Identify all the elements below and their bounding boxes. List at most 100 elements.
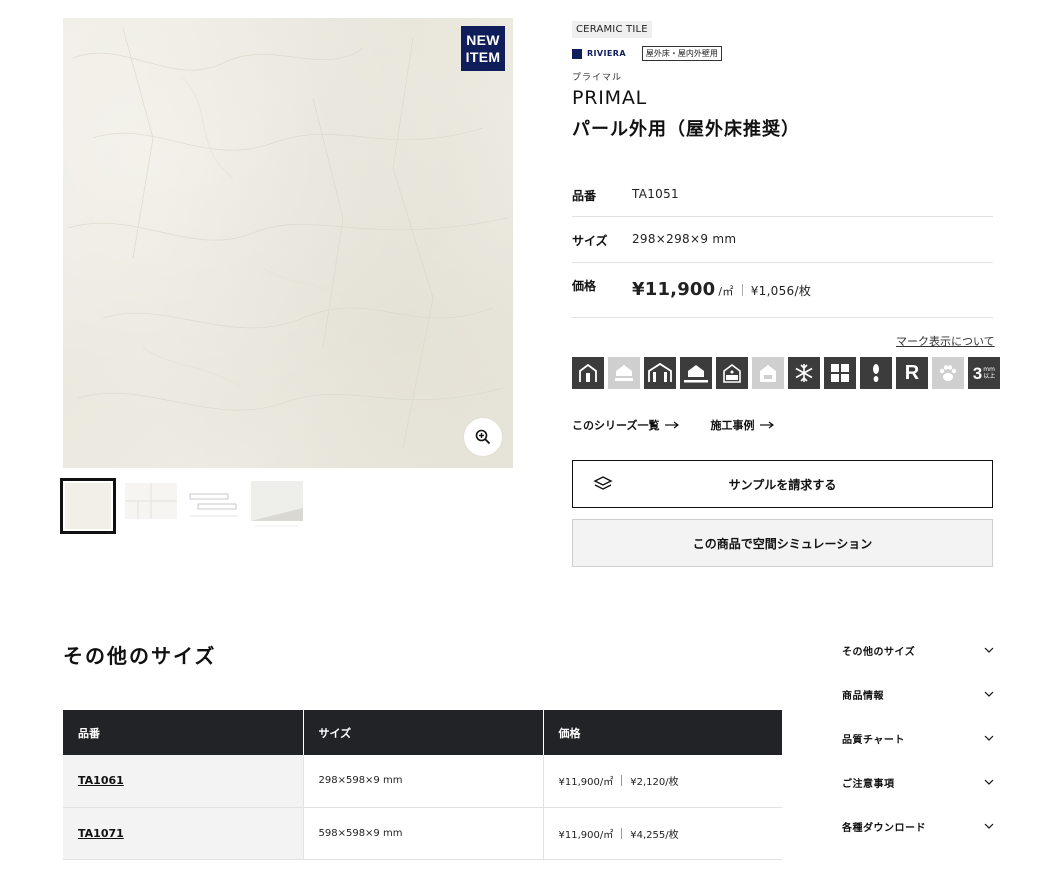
brand-name: RIVIERA [587,49,626,58]
column-header-price: 価格 [543,710,782,755]
spec-code-label: 品番 [572,189,597,203]
chevron-down-icon [984,691,994,697]
chevron-down-icon [984,823,994,829]
space-simulation-button[interactable]: この商品で空間シミュレーション [572,519,993,567]
nav-item-product-info[interactable]: 商品情報 [842,672,994,716]
product-info: CERAMIC TILE RIVIERA 屋外床・屋内外壁用 プライマル PRI… [572,17,1000,567]
thickness-unit: mm [983,366,995,373]
table-row: TA1071 598×598×9 mm ¥11,900/㎡ ¥4,255/枚 [63,807,782,860]
zoom-button[interactable] [464,418,502,456]
spec-size-label: サイズ [572,234,608,248]
row-code-cell: TA1061 [63,755,303,808]
thickness-number: 3 [972,363,983,383]
new-item-badge: NEW ITEM [461,26,505,71]
tile-layout-thumbnail [125,483,177,519]
house-outdoor-icon[interactable] [572,357,604,389]
series-list-label: このシリーズ一覧 [572,419,660,432]
row-code-cell: TA1071 [63,807,303,860]
product-name-kana: プライマル [572,73,623,83]
column-header-code: 品番 [63,710,304,755]
request-sample-button[interactable]: サンプルを請求する [572,460,993,508]
series-list-link[interactable]: このシリーズ一覧 [572,417,680,433]
other-sizes-table: 品番 サイズ 価格 TA1061 298×598×9 mm ¥11,900/㎡ ¥… [63,710,782,860]
foot-icon[interactable] [860,357,892,389]
arrow-right-icon [760,421,775,429]
price-unit: /㎡ [718,285,734,298]
chevron-down-icon [984,779,994,785]
examples-label: 施工事例 [710,419,755,432]
chevron-down-icon [984,647,994,653]
tile-texture [67,27,509,449]
column-header-size: サイズ [303,710,544,755]
request-sample-label: サンプルを請求する [728,477,837,492]
nav-label: その他のサイズ [842,646,916,658]
paw-icon[interactable] [932,357,964,389]
house-exterior-wall-icon[interactable] [644,357,676,389]
thumbnail-4[interactable] [249,478,305,534]
spec-price-label: 価格 [572,279,597,293]
examples-link[interactable]: 施工事例 [710,417,775,433]
cross-section-thumbnail [189,493,238,517]
nav-label: 商品情報 [842,690,884,702]
table-row: TA1061 298×598×9 mm ¥11,900/㎡ ¥2,120/枚 [63,755,782,808]
row-price-cell: ¥11,900/㎡ ¥2,120/枚 [543,755,782,808]
nav-label: ご注意事項 [842,778,895,790]
thumbnail-1[interactable] [60,478,116,534]
nav-label: 各種ダウンロード [842,822,926,834]
product-main-image: NEW ITEM [63,18,513,468]
product-name-jp: パール外用（屋外床推奨） [572,119,800,140]
edge-detail-thumbnail [251,481,303,527]
feature-icons: R 3 mm 以上 [572,357,1000,389]
spec-code-value: TA1051 [632,187,679,201]
section-nav: その他のサイズ 商品情報 品質チャート ご注意事項 各種ダウンロード [842,628,994,848]
spec-row-size: サイズ 298×298×9 mm [572,217,993,263]
bath-icon[interactable] [716,357,748,389]
house-indoor-floor-icon[interactable] [608,357,640,389]
category-tag: CERAMIC TILE [572,21,652,38]
row-price: ¥11,900/㎡ [558,777,614,789]
product-code-link[interactable]: TA1071 [78,827,124,840]
product-links: このシリーズ一覧 施工事例 [572,417,775,433]
spec-row-code: 品番 TA1051 [572,172,993,217]
space-simulation-label: この商品で空間シミュレーション [692,536,873,551]
nav-item-other-sizes[interactable]: その他のサイズ [842,628,994,672]
spec-row-price: 価格 ¥11,900/㎡ ¥1,056/枚 [572,263,993,318]
house-floor-icon[interactable] [680,357,712,389]
layers-icon [593,476,613,490]
thumbnail-strip [60,478,305,534]
nav-label: 品質チャート [842,734,905,746]
kitchen-icon[interactable] [752,357,784,389]
mark-legend-link[interactable]: マーク表示について [896,333,995,349]
arrow-right-icon [665,421,680,429]
badge-line-1: NEW [466,32,500,48]
r-rating-icon[interactable]: R [896,357,928,389]
tile-grid-icon[interactable] [824,357,856,389]
thickness-3mm-icon[interactable]: 3 mm 以上 [968,357,1000,389]
thumbnail-2[interactable] [123,478,179,534]
row-price-cell: ¥11,900/㎡ ¥4,255/枚 [543,807,782,860]
product-name-en: PRIMAL [572,87,648,109]
spec-size-value: 298×298×9 mm [632,232,737,246]
brand-logo-mark [572,48,582,59]
row-size-cell: 298×598×9 mm [302,755,544,808]
row-size-cell: 598×598×9 mm [302,807,544,860]
nav-item-downloads[interactable]: 各種ダウンロード [842,804,994,848]
brand-row: RIVIERA 屋外床・屋内外壁用 [572,46,993,61]
snowflake-icon[interactable] [788,357,820,389]
row-price-sub: ¥4,255/枚 [630,829,679,841]
nav-item-quality-chart[interactable]: 品質チャート [842,716,994,760]
usage-tag: 屋外床・屋内外壁用 [641,46,722,61]
r-rating-label: R [904,361,920,384]
row-price: ¥11,900/㎡ [558,829,614,841]
price-per-piece: ¥1,056/枚 [750,284,812,298]
thickness-qualifier: 以上 [983,373,996,380]
chevron-down-icon [984,735,994,741]
badge-line-2: ITEM [465,49,501,65]
nav-item-notes[interactable]: ご注意事項 [842,760,994,804]
other-sizes-heading: その他のサイズ [63,644,217,668]
product-code-link[interactable]: TA1061 [78,774,124,787]
zoom-in-icon [475,429,491,445]
row-price-sub: ¥2,120/枚 [630,777,679,789]
thumbnail-3[interactable] [186,478,242,534]
price-per-sqm: ¥11,900 [632,279,716,300]
